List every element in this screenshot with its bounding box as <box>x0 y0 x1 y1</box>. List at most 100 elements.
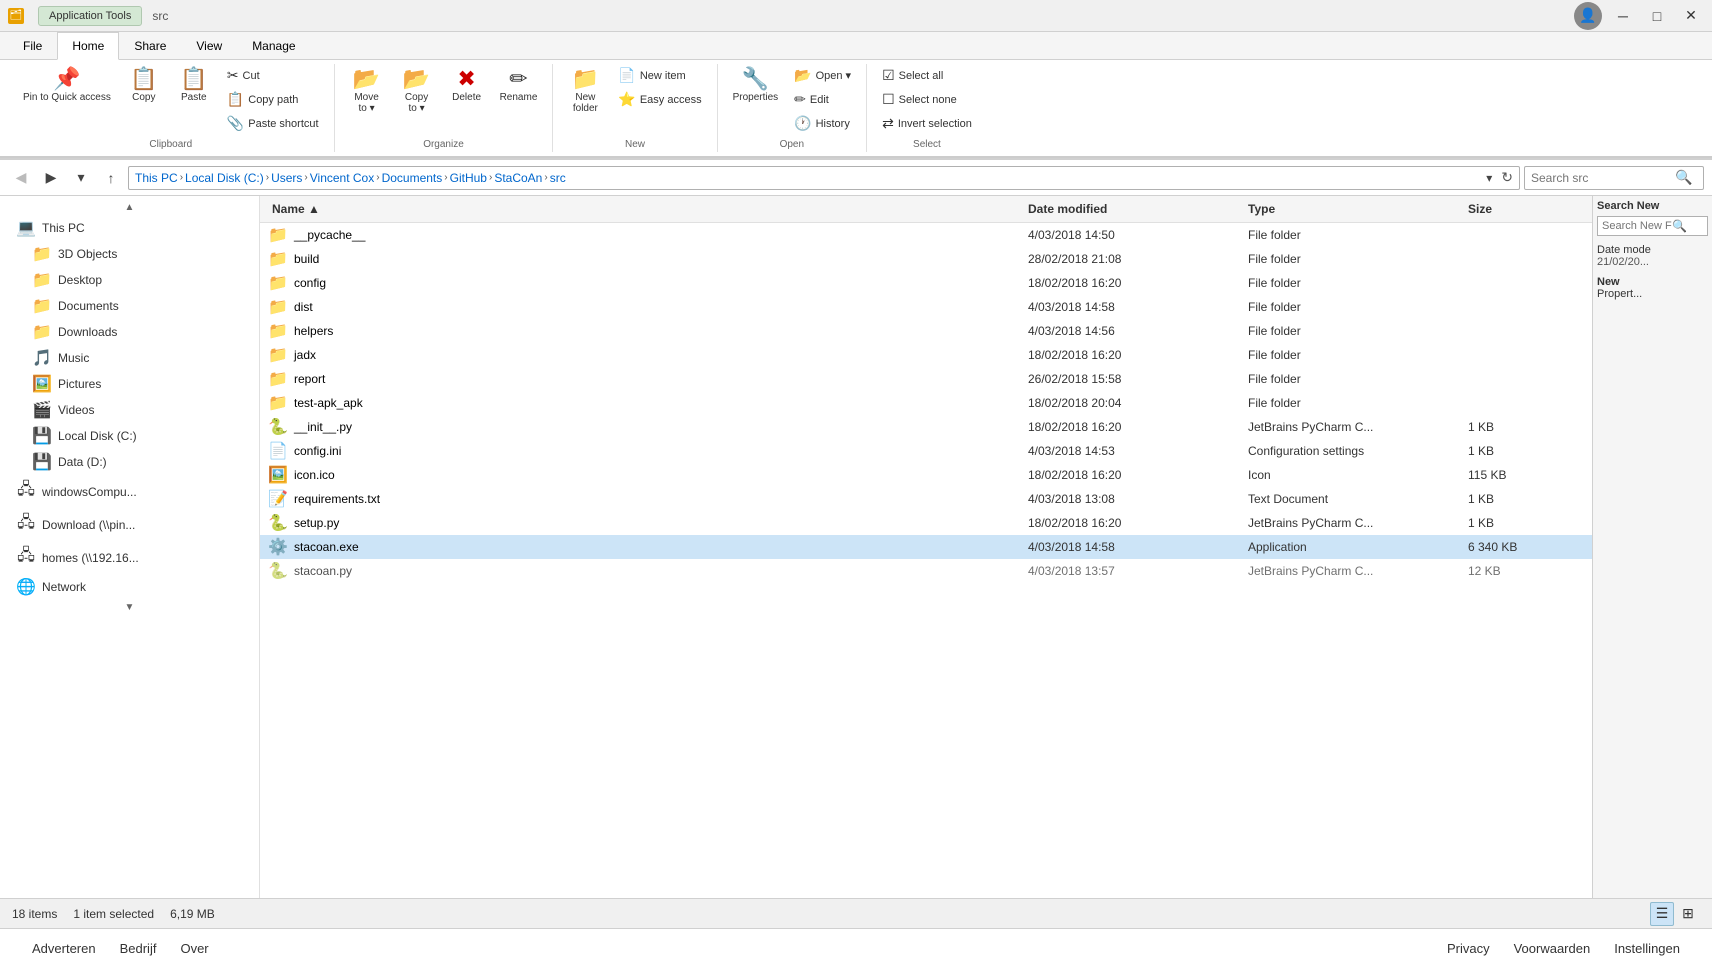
tab-home[interactable]: Home <box>57 32 119 60</box>
sidebar-item-documents[interactable]: 📁 Documents <box>0 293 259 319</box>
recent-locations-button[interactable]: ▾ <box>68 165 94 191</box>
sidebar-item-download-share[interactable]: 🖧 Download (\\pin... <box>0 508 259 541</box>
sidebar-item-desktop[interactable]: 📁 Desktop <box>0 267 259 293</box>
table-row[interactable]: 📁 test-apk_apk 18/02/2018 20:04 File fol… <box>260 391 1592 415</box>
tab-src[interactable]: src <box>152 9 168 23</box>
table-row[interactable]: 🖼️ icon.ico 18/02/2018 16:20 Icon 115 KB <box>260 463 1592 487</box>
table-row[interactable]: 📁 helpers 4/03/2018 14:56 File folder <box>260 319 1592 343</box>
select-all-button[interactable]: ☑ Select all <box>875 64 979 87</box>
breadcrumb-localdisk[interactable]: Local Disk (C:) <box>185 171 264 185</box>
footer-bedrijf[interactable]: Bedrijf <box>120 941 157 956</box>
edit-button[interactable]: ✏ Edit <box>787 88 858 111</box>
py-file-icon: 🐍 <box>268 561 288 581</box>
table-row[interactable]: 📁 build 28/02/2018 21:08 File folder <box>260 247 1592 271</box>
table-row[interactable]: 📝 requirements.txt 4/03/2018 13:08 Text … <box>260 487 1592 511</box>
history-button[interactable]: 🕐 History <box>787 112 858 135</box>
tab-share[interactable]: Share <box>119 32 181 59</box>
table-row[interactable]: ⚙️ stacoan.exe 4/03/2018 14:58 Applicati… <box>260 535 1592 559</box>
sidebar-collapse-btn[interactable]: ▲ <box>0 200 259 215</box>
pin-to-quick-access-button[interactable]: 📌 Pin to Quick access <box>16 64 118 108</box>
search-icon[interactable]: 🔍 <box>1675 169 1692 186</box>
paste-shortcut-button[interactable]: 📎 Paste shortcut <box>220 112 326 135</box>
sidebar-item-downloads[interactable]: 📁 Downloads <box>0 319 259 345</box>
forward-button[interactable]: ▶ <box>38 165 64 191</box>
sidebar-scroll-down-btn[interactable]: ▼ <box>0 600 259 615</box>
copy-button[interactable]: 📋 Copy <box>120 64 168 107</box>
delete-button[interactable]: ✖ Delete <box>443 64 491 107</box>
folder-icon: 📁 <box>268 345 288 365</box>
footer-instellingen[interactable]: Instellingen <box>1614 941 1680 956</box>
minimize-button[interactable]: ─ <box>1610 6 1636 26</box>
footer-adverteren[interactable]: Adverteren <box>32 941 96 956</box>
breadcrumb-github[interactable]: GitHub <box>450 171 487 185</box>
dropdown-arrow[interactable]: ▾ <box>1479 168 1499 188</box>
table-row[interactable]: 🐍 setup.py 18/02/2018 16:20 JetBrains Py… <box>260 511 1592 535</box>
close-button[interactable]: ✕ <box>1678 6 1704 26</box>
sidebar-item-network[interactable]: 🌐 Network <box>0 574 259 600</box>
table-row[interactable]: 🐍 __init__.py 18/02/2018 16:20 JetBrains… <box>260 415 1592 439</box>
back-button[interactable]: ◀ <box>8 165 34 191</box>
breadcrumb-bar[interactable]: This PC › Local Disk (C:) › Users › Vinc… <box>128 166 1520 190</box>
up-button[interactable]: ↑ <box>98 165 124 191</box>
right-panel-search[interactable]: 🔍 <box>1597 216 1708 236</box>
table-row[interactable]: 🐍 stacoan.py 4/03/2018 13:57 JetBrains P… <box>260 559 1592 583</box>
maximize-button[interactable]: □ <box>1644 6 1670 26</box>
sidebar-item-localdisk[interactable]: 💾 Local Disk (C:) <box>0 423 259 449</box>
table-row[interactable]: 📁 dist 4/03/2018 14:58 File folder <box>260 295 1592 319</box>
sidebar-item-videos[interactable]: 🎬 Videos <box>0 397 259 423</box>
sidebar-item-datad[interactable]: 💾 Data (D:) <box>0 449 259 475</box>
breadcrumb-documents[interactable]: Documents <box>382 171 443 185</box>
footer-over[interactable]: Over <box>180 941 208 956</box>
copy-path-button[interactable]: 📋 Copy path <box>220 88 326 111</box>
search-bar[interactable]: 🔍 <box>1524 166 1704 190</box>
right-panel-search-icon[interactable]: 🔍 <box>1672 219 1687 233</box>
easy-access-button[interactable]: ⭐ Easy access <box>611 88 708 111</box>
sidebar-item-music[interactable]: 🎵 Music <box>0 345 259 371</box>
table-row[interactable]: 📁 config 18/02/2018 16:20 File folder <box>260 271 1592 295</box>
sidebar-item-windowscomp[interactable]: 🖧 windowsCompu... <box>0 475 259 508</box>
tab-view[interactable]: View <box>181 32 237 59</box>
table-row[interactable]: 📄 config.ini 4/03/2018 14:53 Configurati… <box>260 439 1592 463</box>
open-button[interactable]: 📂 Open ▾ <box>787 64 858 87</box>
breadcrumb-vincentcox[interactable]: Vincent Cox <box>310 171 374 185</box>
col-size[interactable]: Size <box>1464 200 1584 218</box>
refresh-button[interactable]: ↻ <box>1501 169 1513 186</box>
tiles-view-button[interactable]: ⊞ <box>1676 902 1700 926</box>
right-panel-search-input[interactable] <box>1602 220 1672 232</box>
col-type[interactable]: Type <box>1244 200 1464 218</box>
breadcrumb-src[interactable]: src <box>550 171 566 185</box>
sidebar-item-3dobjects[interactable]: 📁 3D Objects <box>0 241 259 267</box>
table-row[interactable]: 📁 report 26/02/2018 15:58 File folder <box>260 367 1592 391</box>
homes-icon: 🖧 <box>16 544 36 571</box>
sidebar-item-pictures[interactable]: 🖼️ Pictures <box>0 371 259 397</box>
table-row[interactable]: 📁 jadx 18/02/2018 16:20 File folder <box>260 343 1592 367</box>
sidebar-item-homes[interactable]: 🖧 homes (\\192.16... <box>0 541 259 574</box>
details-view-button[interactable]: ☰ <box>1650 902 1674 926</box>
right-panel: Search New 🔍 Date mode 21/02/20... New P… <box>1592 196 1712 898</box>
app-tools-tab[interactable]: Application Tools <box>38 6 142 26</box>
sidebar-item-thispc[interactable]: 💻 This PC <box>0 215 259 241</box>
footer-privacy[interactable]: Privacy <box>1447 941 1490 956</box>
col-date[interactable]: Date modified <box>1024 200 1244 218</box>
search-input[interactable] <box>1531 171 1671 185</box>
table-row[interactable]: 📁 __pycache__ 4/03/2018 14:50 File folde… <box>260 223 1592 247</box>
tab-manage[interactable]: Manage <box>237 32 310 59</box>
move-to-button[interactable]: 📂 Moveto ▾ <box>343 64 391 118</box>
new-folder-icon: 📁 <box>572 68 599 90</box>
paste-button[interactable]: 📋 Paste <box>170 64 218 107</box>
select-none-button[interactable]: ☐ Select none <box>875 88 979 111</box>
tab-file[interactable]: File <box>8 32 57 59</box>
breadcrumb-stacoan[interactable]: StaCoAn <box>494 171 542 185</box>
properties-button[interactable]: 🔧 Properties <box>726 64 786 107</box>
new-item-button[interactable]: 📄 New item <box>611 64 708 87</box>
cut-button[interactable]: ✂ Cut <box>220 64 326 87</box>
new-folder-button[interactable]: 📁 Newfolder <box>561 64 609 118</box>
col-name[interactable]: Name ▲ <box>268 200 1024 218</box>
rename-button[interactable]: ✏ Rename <box>493 64 545 107</box>
invert-selection-button[interactable]: ⇄ Invert selection <box>875 112 979 135</box>
footer-voorwaarden[interactable]: Voorwaarden <box>1514 941 1591 956</box>
ribbon-group-organize: 📂 Moveto ▾ 📂 Copyto ▾ ✖ Delete ✏ Rename … <box>335 64 554 152</box>
breadcrumb-users[interactable]: Users <box>271 171 302 185</box>
breadcrumb-thispc[interactable]: This PC <box>135 171 178 185</box>
copy-to-button[interactable]: 📂 Copyto ▾ <box>393 64 441 118</box>
